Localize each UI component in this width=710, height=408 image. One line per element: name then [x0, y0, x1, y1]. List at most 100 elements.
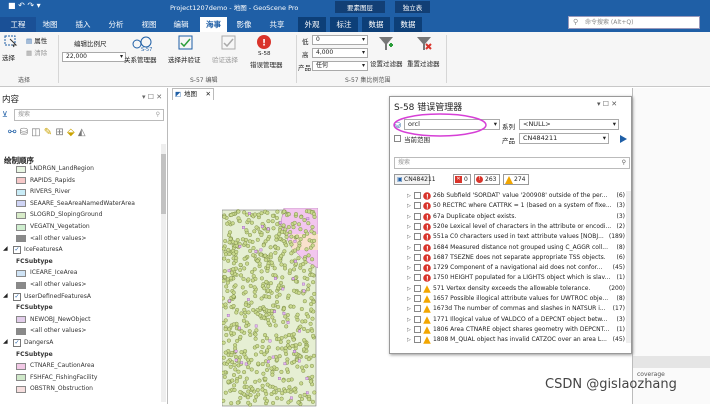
- layer-symbol-swatch[interactable]: [16, 211, 26, 219]
- close-icon[interactable]: ✕: [206, 89, 211, 100]
- tab-data[interactable]: 数据: [362, 17, 390, 32]
- layer-symbol-swatch[interactable]: [16, 177, 26, 185]
- count-a-badge[interactable]: ✕ 0: [453, 174, 471, 185]
- layer-visibility-checkbox[interactable]: ✓: [13, 292, 21, 301]
- error-row-checkbox[interactable]: [414, 192, 421, 199]
- error-row-checkbox[interactable]: [414, 264, 421, 272]
- tab-maritime[interactable]: 海事: [200, 17, 227, 32]
- layer-symbol-swatch[interactable]: [16, 188, 26, 196]
- error-row-checkbox[interactable]: [414, 233, 421, 241]
- error-row[interactable]: ▷ 1673d The number of commas and slashes…: [407, 304, 631, 314]
- dialog-window-controls[interactable]: ▾ ☐ ✕: [597, 100, 617, 108]
- error-row[interactable]: ▷ 1806 Area CTNARE object shares geometr…: [407, 325, 631, 335]
- map-view-tab[interactable]: ◩ 地图 ✕: [172, 88, 214, 100]
- contents-search-input[interactable]: 搜索 ⚲: [14, 109, 164, 121]
- error-row[interactable]: ▷ 1771 Illogical value of VALDCO of a DE…: [407, 315, 631, 325]
- tab-edit[interactable]: 编辑: [169, 17, 193, 32]
- layer-symbol-swatch[interactable]: [16, 385, 26, 393]
- layer-symbol-swatch[interactable]: [16, 362, 26, 370]
- error-row[interactable]: ▷ 1657 Possible illogical attribute valu…: [407, 294, 631, 304]
- layer-symbol-swatch[interactable]: [16, 200, 26, 208]
- app-icons[interactable]: ■ ↶ ↷ ▾: [8, 1, 41, 10]
- data-source-icon[interactable]: ⛁: [20, 127, 28, 138]
- count-c-badge[interactable]: 274: [503, 174, 529, 185]
- count-b-badge[interactable]: ! 263: [474, 174, 500, 185]
- error-row[interactable]: ▷ 571 Vertex density exceeds the allowab…: [407, 284, 631, 294]
- error-row[interactable]: ▷ ! 67a Duplicate object exists. (3): [407, 212, 631, 222]
- contents-scrollbar[interactable]: [161, 144, 166, 402]
- current-extent-checkbox[interactable]: [394, 135, 401, 142]
- expand-icon[interactable]: ▷: [407, 234, 412, 240]
- expand-icon[interactable]: ▷: [407, 193, 412, 199]
- tab-data-table[interactable]: 数据: [394, 17, 422, 32]
- error-row-checkbox[interactable]: [414, 284, 421, 292]
- tab-map[interactable]: 地图: [38, 17, 62, 32]
- set-filter-button[interactable]: 设置过滤器: [370, 58, 403, 68]
- tab-imagery[interactable]: 影像: [232, 17, 256, 32]
- error-row-checkbox[interactable]: [414, 295, 421, 302]
- expand-icon[interactable]: ▷: [407, 296, 412, 302]
- expand-icon[interactable]: ◢: [3, 245, 8, 252]
- select-and-validate-button[interactable]: 选择并验证: [168, 54, 201, 64]
- catalog-row[interactable]: [633, 356, 710, 368]
- labeling-view-icon[interactable]: ⬙: [67, 127, 75, 138]
- layer-symbol-swatch[interactable]: [16, 235, 26, 243]
- error-row-checkbox[interactable]: [414, 243, 421, 251]
- validate-selection-button[interactable]: 验证选择: [212, 54, 238, 64]
- expand-icon[interactable]: ▷: [407, 245, 412, 251]
- high-scale-input[interactable]: 4,000 ▾: [312, 48, 368, 58]
- tab-project[interactable]: 工程: [0, 17, 36, 32]
- command-search-input[interactable]: ⚲ 命令搜索 (Alt+Q): [568, 16, 700, 29]
- expand-icon[interactable]: ◢: [3, 338, 8, 345]
- attributes-button[interactable]: ▤ 属性: [26, 35, 47, 45]
- map-view[interactable]: [169, 88, 389, 407]
- edit-scale-input[interactable]: 22,000 ▾: [62, 52, 126, 62]
- error-row-checkbox[interactable]: [414, 222, 421, 230]
- layer-symbol-swatch[interactable]: [16, 281, 26, 289]
- tab-insert[interactable]: 插入: [71, 17, 95, 32]
- error-row-checkbox[interactable]: [414, 315, 421, 323]
- expand-icon[interactable]: ▷: [407, 203, 412, 209]
- error-row[interactable]: ▷ ! 1684 Measured distance not grouped u…: [407, 243, 631, 253]
- expand-icon[interactable]: ▷: [407, 306, 412, 312]
- error-row-checkbox[interactable]: [414, 325, 421, 333]
- editing-view-icon[interactable]: ✎: [44, 127, 52, 138]
- tab-share[interactable]: 共享: [265, 17, 289, 32]
- tab-analysis[interactable]: 分析: [104, 17, 128, 32]
- error-row[interactable]: ▷ ! 1750 HEIGHT populated for a LIGHTS o…: [407, 273, 631, 283]
- error-row-checkbox[interactable]: [414, 253, 421, 261]
- error-row-checkbox[interactable]: [414, 212, 421, 220]
- expand-icon[interactable]: ◢: [3, 292, 8, 299]
- error-row[interactable]: ▷ ! 551a C0 characters used in text attr…: [407, 232, 631, 242]
- relation-manager-button[interactable]: 关系管理器: [124, 54, 157, 64]
- product-select[interactable]: CN484211 ▾: [519, 133, 609, 144]
- error-row-checkbox[interactable]: [414, 202, 421, 210]
- scrollbar-thumb[interactable]: [161, 154, 166, 214]
- series-select[interactable]: <NULL> ▾: [519, 119, 619, 130]
- layer-visibility-checkbox[interactable]: ✓: [13, 339, 21, 347]
- snapping-view-icon[interactable]: ⊞: [55, 127, 63, 138]
- layer-symbol-swatch[interactable]: [16, 316, 26, 324]
- error-row-checkbox[interactable]: [414, 305, 421, 313]
- tab-view[interactable]: 视图: [137, 17, 161, 32]
- layer-symbol-swatch[interactable]: [16, 269, 26, 277]
- layer-symbol-swatch[interactable]: [16, 223, 26, 231]
- product-summary[interactable]: ▣ CN484211: [394, 174, 436, 185]
- run-validation-icon[interactable]: [618, 134, 628, 144]
- error-row-checkbox[interactable]: [414, 336, 421, 344]
- clear-button[interactable]: ▦ 清除: [26, 47, 47, 57]
- layer-visibility-checkbox[interactable]: ✓: [13, 246, 21, 255]
- layer-symbol-swatch[interactable]: [16, 374, 26, 382]
- expand-icon[interactable]: ▷: [407, 286, 412, 292]
- filter-icon[interactable]: ⊻: [2, 110, 8, 119]
- error-row[interactable]: ▷ ! 1729 Component of a navigational aid…: [407, 263, 631, 273]
- error-row[interactable]: ▷ ! 26b Subfield 'SORDAT' value '200908'…: [407, 191, 631, 201]
- error-row[interactable]: ▷ 1808 M_QUAL object has invalid CATZOC …: [407, 335, 631, 345]
- select-button[interactable]: 选择: [2, 52, 15, 62]
- drawing-order-icon[interactable]: ⚯: [8, 127, 16, 138]
- expand-icon[interactable]: ▷: [407, 317, 412, 323]
- product-filter-select[interactable]: 任何 ▾: [312, 61, 368, 71]
- layer-symbol-swatch[interactable]: [16, 327, 26, 335]
- expand-icon[interactable]: ▷: [407, 337, 412, 343]
- low-scale-input[interactable]: 0 ▾: [312, 35, 368, 45]
